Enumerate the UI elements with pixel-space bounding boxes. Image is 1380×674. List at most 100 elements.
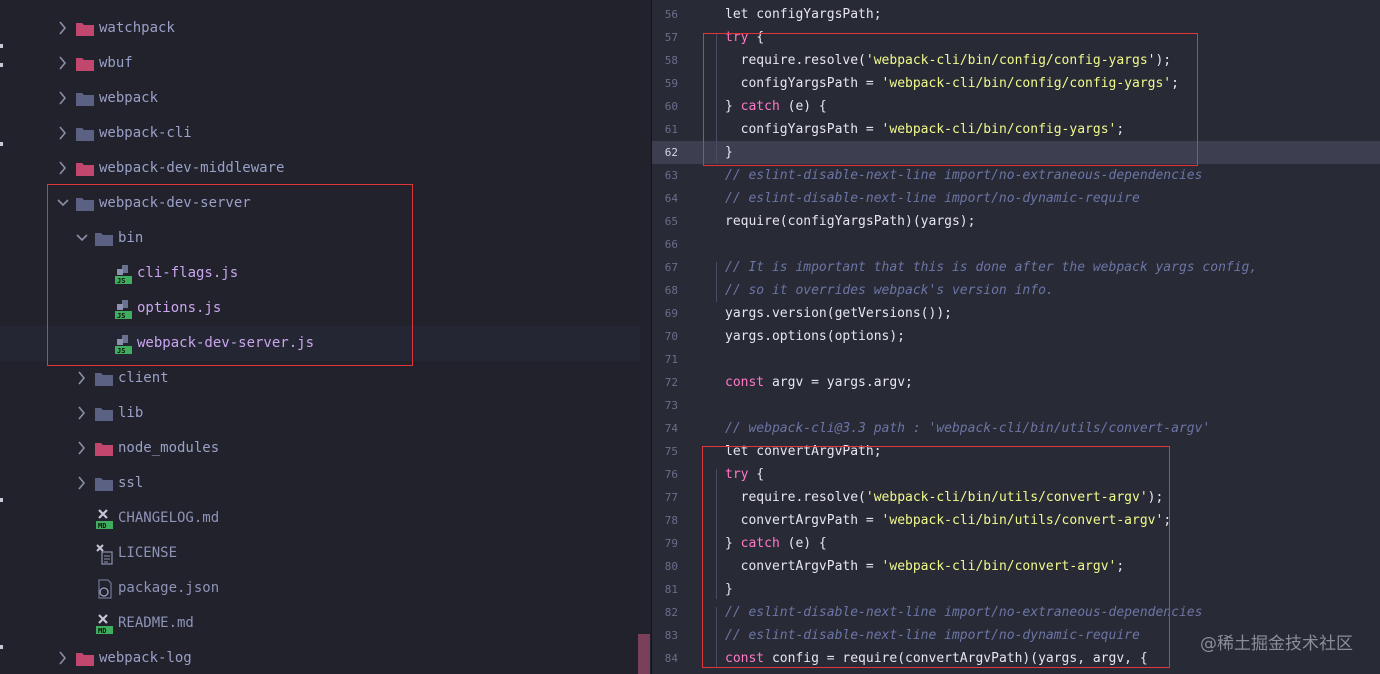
chevron-right-icon[interactable] xyxy=(76,370,88,386)
tree-file-row[interactable]: MD CHANGELOG.md xyxy=(0,501,640,536)
line-number: 76 xyxy=(664,468,678,481)
code-line[interactable]: yargs.version(getVersions()); xyxy=(725,302,952,325)
indent-guide xyxy=(716,262,717,302)
line-number: 71 xyxy=(664,353,678,366)
code-line[interactable]: convertArgvPath = 'webpack-cli/bin/conve… xyxy=(725,555,1125,578)
code-line[interactable]: // eslint-disable-next-line import/no-dy… xyxy=(725,187,1140,210)
line-number: 74 xyxy=(664,422,678,435)
code-line[interactable]: const argv = yargs.argv; xyxy=(725,371,913,394)
line-number: 60 xyxy=(664,100,678,113)
code-line[interactable]: } catch (e) { xyxy=(725,95,827,118)
code-editor[interactable]: 56 let configYargsPath; 57 try {58 require.… xyxy=(652,0,1380,674)
tree-folder-row[interactable]: ssl xyxy=(0,466,640,501)
code-line[interactable]: configYargsPath = 'webpack-cli/bin/confi… xyxy=(725,118,1125,141)
chevron-right-icon[interactable] xyxy=(76,440,88,456)
code-line[interactable]: yargs.options(options); xyxy=(725,325,905,348)
tree-item-label: wbuf xyxy=(99,55,133,71)
file-type-badge: JS xyxy=(117,277,126,285)
tree-item-label: cli-flags.js xyxy=(137,265,239,281)
line-number: 66 xyxy=(664,238,678,251)
line-number: 70 xyxy=(664,330,678,343)
line-number: 69 xyxy=(664,307,678,320)
code-line[interactable]: const config = require(convertArgvPath)(… xyxy=(725,647,1148,670)
code-line[interactable]: } xyxy=(725,578,733,601)
line-number: 65 xyxy=(664,215,678,228)
code-line[interactable]: let convertArgvPath; xyxy=(725,440,882,463)
tree-file-row[interactable]: JS webpack-dev-server.js xyxy=(0,326,640,361)
tree-item-label: LICENSE xyxy=(118,545,178,561)
line-number: 81 xyxy=(664,583,678,596)
tree-item-label: webpack-dev-server.js xyxy=(137,335,315,351)
code-line[interactable]: convertArgvPath = 'webpack-cli/bin/utils… xyxy=(725,509,1172,532)
code-line[interactable]: // so it overrides webpack's version inf… xyxy=(725,279,1054,302)
chevron-right-icon[interactable] xyxy=(76,405,88,421)
folder-icon xyxy=(95,371,113,386)
line-number: 58 xyxy=(664,54,678,67)
indent-guide xyxy=(716,607,717,667)
chevron-right-icon[interactable] xyxy=(57,125,69,141)
tree-item-label: README.md xyxy=(118,615,194,631)
chevron-down-icon[interactable] xyxy=(76,230,88,246)
line-number: 59 xyxy=(664,77,678,90)
code-line[interactable]: try { xyxy=(725,463,764,486)
tree-folder-row[interactable]: lib xyxy=(0,396,640,431)
tree-file-row[interactable]: LICENSE xyxy=(0,536,640,571)
code-line[interactable]: // It is important that this is done aft… xyxy=(725,256,1257,279)
line-number: 78 xyxy=(664,514,678,527)
chevron-right-icon[interactable] xyxy=(57,650,69,666)
folder-open-icon xyxy=(95,231,113,246)
code-line[interactable]: try { xyxy=(725,26,764,49)
tree-item-label: package.json xyxy=(118,580,220,596)
code-line[interactable]: // eslint-disable-next-line import/no-dy… xyxy=(725,624,1140,647)
line-number: 63 xyxy=(664,169,678,182)
code-line[interactable]: require.resolve('webpack-cli/bin/utils/c… xyxy=(725,486,1164,509)
tree-folder-row[interactable]: webpack-cli xyxy=(0,116,640,151)
line-number: 61 xyxy=(664,123,678,136)
tree-file-row[interactable]: package.json xyxy=(0,571,640,606)
tree-file-row[interactable]: JS options.js xyxy=(0,291,640,326)
line-number: 82 xyxy=(664,606,678,619)
code-line[interactable]: // eslint-disable-next-line import/no-ex… xyxy=(725,164,1202,187)
chevron-right-icon[interactable] xyxy=(57,160,69,176)
tree-folder-row[interactable]: webpack-dev-middleware xyxy=(0,151,640,186)
code-line[interactable]: require.resolve('webpack-cli/bin/config/… xyxy=(725,49,1172,72)
code-line[interactable]: // webpack-cli@3.3 path : 'webpack-cli/b… xyxy=(725,417,1210,440)
tree-item-label: webpack-cli xyxy=(99,125,192,141)
chevron-right-icon[interactable] xyxy=(57,20,69,36)
tree-item-label: CHANGELOG.md xyxy=(118,510,220,526)
tree-scrollbar-thumb[interactable] xyxy=(638,634,650,674)
line-number: 72 xyxy=(664,376,678,389)
folder-icon xyxy=(95,406,113,421)
file-type-badge: JS xyxy=(117,347,126,355)
tree-file-row[interactable]: JS cli-flags.js xyxy=(0,256,640,291)
line-number: 73 xyxy=(664,399,678,412)
code-line[interactable]: } catch (e) { xyxy=(725,532,827,555)
folder-icon xyxy=(76,651,94,666)
watermark: @稀土掘金技术社区 xyxy=(1200,634,1353,654)
tree-folder-row[interactable]: node_modules xyxy=(0,431,640,466)
tree-folder-row[interactable]: client xyxy=(0,361,640,396)
code-line[interactable]: configYargsPath = 'webpack-cli/bin/confi… xyxy=(725,72,1179,95)
folder-icon xyxy=(76,126,94,141)
code-line[interactable]: } xyxy=(725,141,733,164)
line-number: 77 xyxy=(664,491,678,504)
tree-folder-row[interactable]: webpack-log xyxy=(0,641,640,674)
tree-folder-row[interactable]: watchpack xyxy=(0,11,640,46)
indent-guide xyxy=(716,33,717,163)
chevron-right-icon[interactable] xyxy=(57,90,69,106)
tree-folder-row[interactable]: bin xyxy=(0,221,640,256)
tree-file-row[interactable]: MD README.md xyxy=(0,606,640,641)
line-number: 83 xyxy=(664,629,678,642)
chevron-right-icon[interactable] xyxy=(76,475,88,491)
folder-icon xyxy=(95,476,113,491)
tree-folder-row[interactable]: webpack xyxy=(0,81,640,116)
code-line[interactable]: // eslint-disable-next-line import/no-ex… xyxy=(725,601,1202,624)
tree-folder-row[interactable]: webpack-dev-server xyxy=(0,186,640,221)
folder-icon xyxy=(76,161,94,176)
tree-folder-row[interactable]: wbuf xyxy=(0,46,640,81)
code-line[interactable]: let configYargsPath; xyxy=(725,3,882,26)
chevron-down-icon[interactable] xyxy=(57,195,69,211)
chevron-right-icon[interactable] xyxy=(57,55,69,71)
file-type-badge: MD xyxy=(98,627,107,635)
code-line[interactable]: require(configYargsPath)(yargs); xyxy=(725,210,975,233)
